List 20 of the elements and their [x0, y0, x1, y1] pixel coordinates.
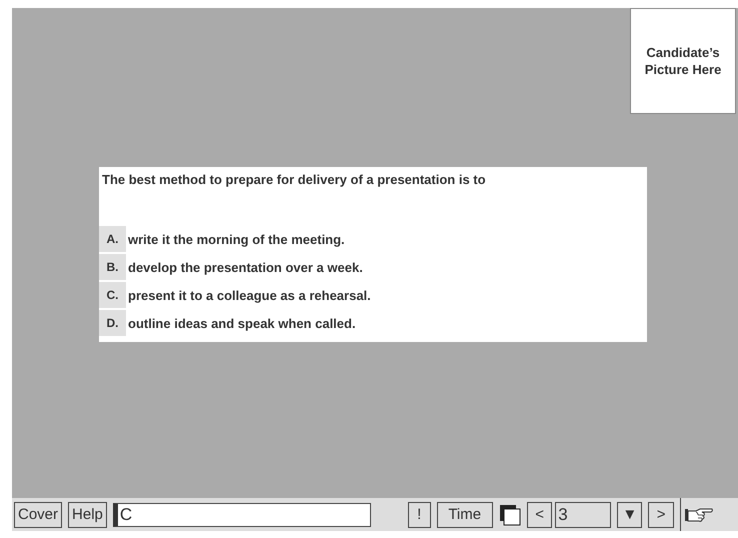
dropdown-button[interactable]: ▼: [617, 502, 642, 528]
next-button[interactable]: >: [648, 502, 674, 528]
option-letter-button[interactable]: B.: [99, 254, 126, 280]
time-button[interactable]: Time: [436, 502, 493, 528]
option-text[interactable]: present it to a colleague as a rehearsal.: [126, 282, 371, 308]
question-text: The best method to prepare for delivery of a presentation is to: [101, 172, 487, 189]
help-button[interactable]: Help: [68, 502, 107, 528]
pointing-hand-icon: [684, 506, 714, 522]
option-text[interactable]: outline ideas and speak when called.: [126, 310, 356, 336]
option-letter-button[interactable]: D.: [99, 310, 126, 336]
cover-button[interactable]: Cover: [14, 502, 62, 528]
flag-button[interactable]: !: [408, 502, 430, 528]
option-text[interactable]: write it the morning of the meeting.: [126, 226, 345, 252]
option-text[interactable]: develop the presentation over a week.: [126, 254, 363, 280]
previous-button[interactable]: <: [526, 502, 552, 528]
photo-placeholder-text: Candidate’s Picture Here: [644, 44, 722, 78]
option-letter-button[interactable]: C.: [99, 282, 126, 308]
option-letter-button[interactable]: A.: [99, 226, 126, 252]
page-number-field[interactable]: 3: [555, 502, 612, 528]
answer-field[interactable]: C: [112, 502, 371, 526]
